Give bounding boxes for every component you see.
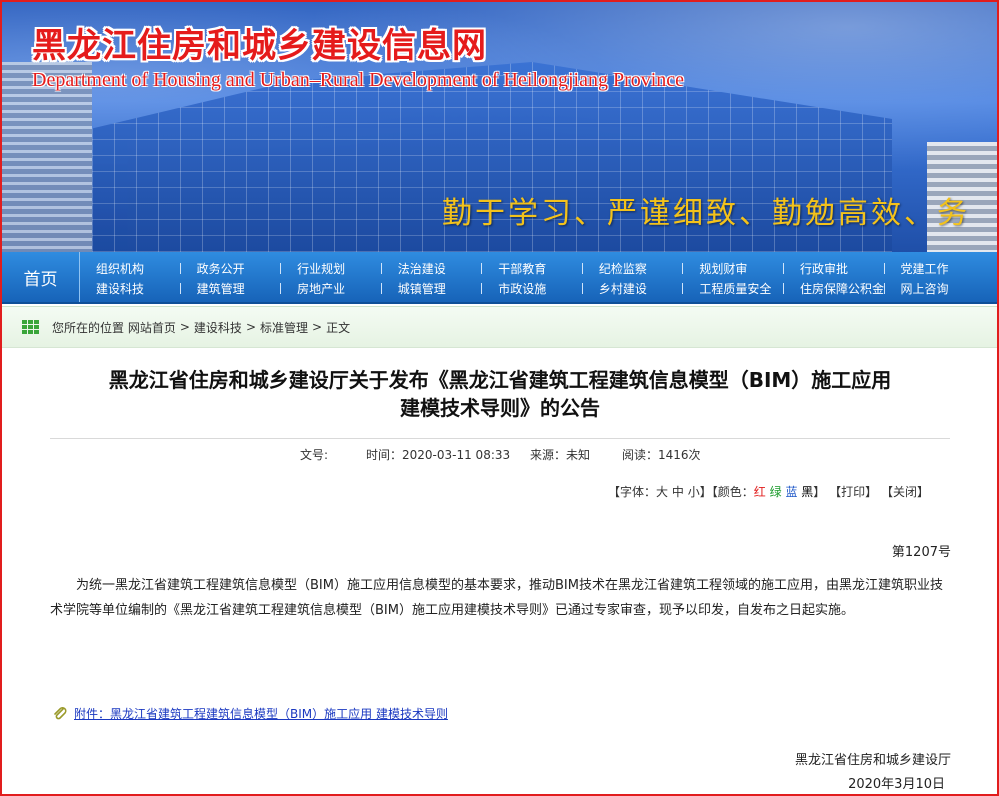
font-medium-button[interactable]: 中 <box>672 485 684 499</box>
color-red-button[interactable]: 红 <box>754 485 766 499</box>
nav-item-municipal-facilities[interactable]: 市政设施 <box>488 280 589 297</box>
article-tools: 【字体：大 中 小】【颜色：红 绿 蓝 黑】 【打印】 【关闭】 <box>608 483 929 500</box>
breadcrumb-construction-tech-link[interactable]: 建设科技 <box>194 319 242 336</box>
color-blue-button[interactable]: 蓝 <box>785 485 797 499</box>
nav-item-admin-approval[interactable]: 行政审批 <box>790 260 891 277</box>
nav-home[interactable]: 首页 <box>2 252 80 302</box>
nav-item-building-management[interactable]: 建筑管理 <box>187 280 288 297</box>
nav-row-1: 组织机构 政务公开 行业规划 法治建设 干部教育 纪检监察 规划财审 行政审批 … <box>86 258 991 278</box>
breadcrumb-separator: > <box>179 320 190 334</box>
paperclip-icon <box>54 706 67 719</box>
attachment: 附件：黑龙江省建筑工程建筑信息模型（BIM）施工应用 建模技术导则 <box>52 705 448 722</box>
nav-item-urban-management[interactable]: 城镇管理 <box>388 280 489 297</box>
color-close: 】 <box>813 485 826 499</box>
meta-doc-label: 文号: <box>300 448 329 462</box>
document-number: 第1207号 <box>891 545 951 560</box>
site-title: 黑龙江住房和城乡建设信息网 <box>32 26 487 66</box>
breadcrumb-separator: > <box>312 320 323 334</box>
nav-item-online-consult[interactable]: 网上咨询 <box>891 280 992 297</box>
breadcrumb-separator: > <box>245 320 256 334</box>
font-size-label: 【字体： <box>608 485 657 499</box>
breadcrumb-home-link[interactable]: 网站首页 <box>128 319 176 336</box>
nav-item-housing-fund[interactable]: 住房保障公积金 <box>790 280 891 297</box>
font-small-button[interactable]: 小 <box>688 485 700 499</box>
article-title-line-2: 建模技术导则》的公告 <box>400 396 600 420</box>
nav-item-discipline[interactable]: 纪检监察 <box>589 260 690 277</box>
font-large-button[interactable]: 大 <box>656 485 668 499</box>
color-green-button[interactable]: 绿 <box>770 485 782 499</box>
nav-item-organization[interactable]: 组织机构 <box>86 260 187 277</box>
nav-item-gov-affairs[interactable]: 政务公开 <box>187 260 288 277</box>
article-meta: 文号: 时间：2020-03-11 08:33 来源：未知 阅读：1416次 <box>50 438 950 466</box>
breadcrumb-grid-icon <box>22 320 40 334</box>
article-paragraph: 为统一黑龙江省建筑工程建筑信息模型（BIM）施工应用信息模型的基本要求，推动BI… <box>50 578 943 618</box>
color-label: 【颜色： <box>711 485 754 499</box>
font-size-close: 】 <box>699 485 712 499</box>
breadcrumb-prefix: 您所在的位置 <box>52 320 125 335</box>
nav-item-real-estate[interactable]: 房地产业 <box>287 280 388 297</box>
article-title-line-1: 黑龙江省住房和城乡建设厅关于发布《黑龙江省建筑工程建筑信息模型（BIM）施工应用 <box>108 368 892 392</box>
color-black-button[interactable]: 黑 <box>801 485 813 499</box>
nav-item-rule-of-law[interactable]: 法治建设 <box>388 260 489 277</box>
meta-source: 来源：未知 <box>530 448 591 462</box>
nav-item-cadre-education[interactable]: 干部教育 <box>488 260 589 277</box>
nav-item-construction-tech[interactable]: 建设科技 <box>86 280 187 297</box>
nav-item-industry-planning[interactable]: 行业规划 <box>287 260 388 277</box>
signature-date: 2020年3月10日 <box>848 777 945 792</box>
print-button[interactable]: 【打印】 <box>829 485 877 499</box>
breadcrumb-current: 正文 <box>326 320 351 335</box>
site-banner: 黑龙江住房和城乡建设信息网 Department of Housing and … <box>2 2 997 252</box>
nav-item-quality-safety[interactable]: 工程质量安全 <box>689 280 790 297</box>
nav-item-finance-audit[interactable]: 规划财审 <box>689 260 790 277</box>
breadcrumb-standards-link[interactable]: 标准管理 <box>260 319 308 336</box>
nav-item-party-building[interactable]: 党建工作 <box>891 260 992 277</box>
nav-menu: 组织机构 政务公开 行业规划 法治建设 干部教育 纪检监察 规划财审 行政审批 … <box>86 258 991 298</box>
close-button[interactable]: 【关闭】 <box>881 485 929 499</box>
nav-row-2: 建设科技 建筑管理 房地产业 城镇管理 市政设施 乡村建设 工程质量安全 住房保… <box>86 278 991 298</box>
attachment-link[interactable]: 附件：黑龙江省建筑工程建筑信息模型（BIM）施工应用 建模技术导则 <box>74 705 448 722</box>
breadcrumb: 您所在的位置 网站首页 > 建设科技 > 标准管理 > 正文 <box>2 306 997 348</box>
main-nav: 首页 组织机构 政务公开 行业规划 法治建设 干部教育 纪检监察 规划财审 行政… <box>2 252 997 304</box>
site-subtitle: Department of Housing and Urban–Rural De… <box>32 69 685 91</box>
meta-reads: 阅读：1416次 <box>622 448 701 462</box>
banner-slogan: 勤于学习、严谨细致、勤勉高效、务 <box>442 196 970 231</box>
article-title: 黑龙江省住房和城乡建设厅关于发布《黑龙江省建筑工程建筑信息模型（BIM）施工应用… <box>50 366 950 422</box>
nav-item-rural-construction[interactable]: 乡村建设 <box>589 280 690 297</box>
signature-organization: 黑龙江省住房和城乡建设厅 <box>794 753 951 768</box>
meta-time: 时间：2020-03-11 08:33 <box>366 448 511 462</box>
